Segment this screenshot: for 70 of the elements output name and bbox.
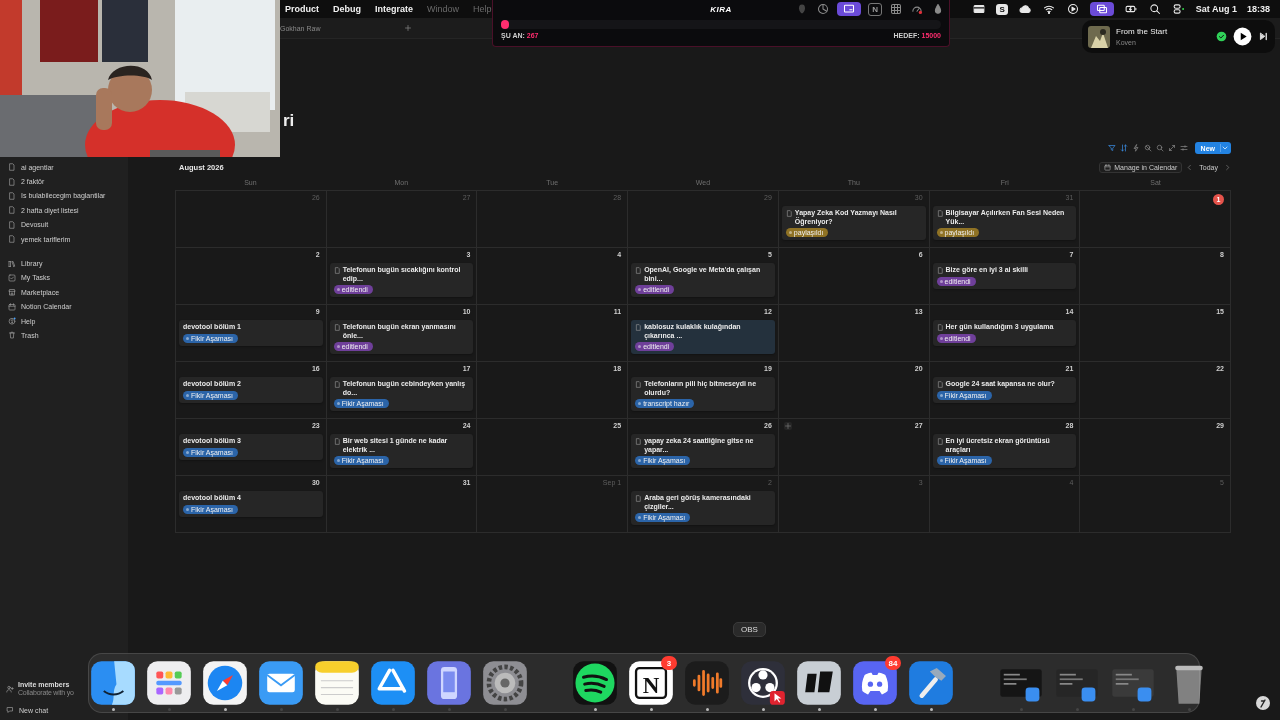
pie-icon[interactable]: [816, 2, 831, 16]
letter-icon[interactable]: S: [996, 3, 1008, 15]
split-square-icon[interactable]: [90, 660, 136, 706]
screen-icon[interactable]: [837, 2, 862, 16]
grid-icon[interactable]: [889, 2, 903, 16]
kira-title: KIRA: [710, 4, 732, 14]
calendar-icon: [8, 302, 16, 311]
page-heading: ri: [283, 111, 295, 130]
notification-badge: 84: [885, 656, 901, 670]
calendar-icon: [1104, 163, 1112, 171]
filter-icon[interactable]: [1107, 144, 1116, 152]
expand-icon[interactable]: [1167, 144, 1176, 152]
envelope-icon[interactable]: [258, 660, 304, 706]
sort-icon[interactable]: [1119, 144, 1128, 152]
page-icon: [936, 209, 944, 217]
screens-icon[interactable]: [1089, 2, 1114, 16]
menu-item[interactable]: Product: [285, 4, 319, 14]
search-icon[interactable]: [1147, 2, 1162, 16]
magnifier-slash-icon[interactable]: [1143, 144, 1152, 152]
bolt-icon[interactable]: [1131, 144, 1140, 152]
page-icon: [936, 323, 944, 331]
grid-icon[interactable]: [146, 660, 192, 706]
page-icon: [333, 437, 341, 445]
play-circle-icon[interactable]: [1065, 2, 1080, 16]
settings-icon[interactable]: [1179, 144, 1188, 152]
track-title: From the Start: [1116, 27, 1169, 36]
hammer-icon[interactable]: [908, 660, 954, 706]
card-icon[interactable]: [972, 2, 987, 16]
page-icon: [936, 380, 944, 388]
page-icon: [785, 209, 793, 217]
page-icon: [936, 437, 944, 445]
check-circle-icon: [1216, 31, 1227, 42]
sound-arcs-icon[interactable]: [572, 660, 618, 706]
page-icon: [635, 323, 643, 331]
dock-tooltip: OBS: [733, 622, 766, 637]
menubar-time[interactable]: 18:38: [1246, 4, 1270, 14]
page-icon: [635, 380, 643, 388]
page-icon: [635, 266, 643, 274]
page-icon: [333, 266, 341, 274]
tablet-icon[interactable]: [796, 660, 842, 706]
play-button[interactable]: [1233, 27, 1252, 46]
plus-icon[interactable]: [404, 24, 413, 32]
notepad-icon[interactable]: [314, 660, 360, 706]
menu-item[interactable]: Integrate: [375, 4, 414, 14]
menubar-date[interactable]: Sat Aug 1: [1195, 4, 1237, 14]
menu-item[interactable]: Debug: [333, 4, 361, 14]
waveform-icon[interactable]: [684, 660, 730, 706]
toggle-icon[interactable]: [1171, 2, 1186, 16]
page-icon: [635, 494, 643, 502]
gear-icon[interactable]: [482, 660, 528, 706]
books-icon: [8, 259, 16, 268]
pen-button[interactable]: [1255, 695, 1271, 711]
compass-icon[interactable]: [202, 660, 248, 706]
page-icon: [333, 380, 341, 388]
gamepad-icon[interactable]: [852, 660, 898, 706]
notification-badge: 3: [661, 656, 677, 670]
three-circles-icon[interactable]: [740, 660, 786, 706]
cloud-icon[interactable]: [1017, 2, 1032, 16]
storefront-icon: [8, 288, 16, 297]
trash-icon: [8, 331, 16, 340]
letter-icon[interactable]: N: [868, 2, 882, 16]
chat-icon: [6, 706, 14, 714]
page-icon: [333, 323, 341, 331]
page-icon: [635, 437, 643, 445]
person-plus-icon: [6, 684, 14, 693]
checkbox-icon: [8, 273, 16, 282]
skip-icon[interactable]: [1258, 31, 1269, 42]
phone-icon[interactable]: [426, 660, 472, 706]
question-icon: [8, 317, 16, 326]
page-icon: [936, 266, 944, 274]
